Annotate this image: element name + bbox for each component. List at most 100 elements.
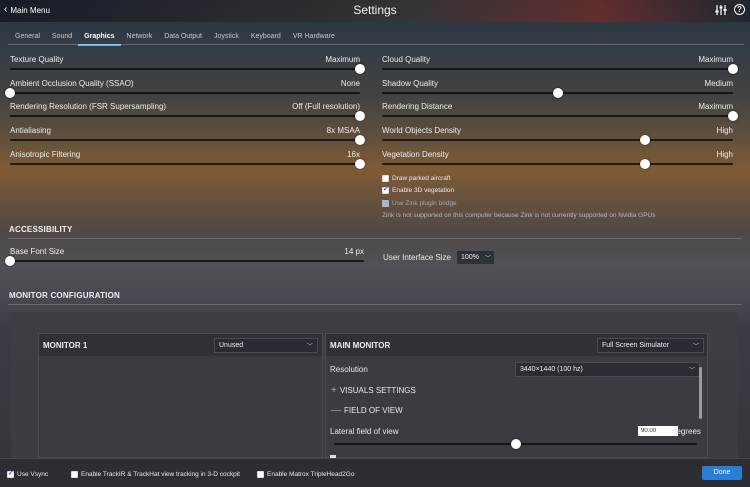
setting-value: High <box>716 150 733 159</box>
ssao-slider[interactable] <box>5 88 360 98</box>
panel-header: MONITOR 1 Unused ﹀ <box>39 334 322 356</box>
setting-label: Cloud Quality <box>382 55 431 64</box>
ui-size-setting: User Interface Size 100% ﹀ <box>383 250 496 265</box>
minus-icon: — <box>331 405 341 416</box>
setting-label: Texture Quality <box>10 55 64 64</box>
monitor-1-title: MONITOR 1 <box>43 341 88 350</box>
visuals-settings-label: VISUALS SETTINGS <box>339 386 416 395</box>
vegetation-density-slider[interactable] <box>382 159 733 169</box>
checkbox-label: Use Vsync <box>17 471 49 478</box>
section-divider <box>8 304 742 305</box>
draw-parked-aircraft-checkbox[interactable]: Draw parked aircraft <box>382 175 451 182</box>
setting-label: Shadow Quality <box>382 79 439 88</box>
lateral-fov-unit: degrees <box>672 427 701 436</box>
main-monitor-panel: MAIN MONITOR Full Screen Simulator ﹀ Res… <box>325 333 708 458</box>
sliders-icon[interactable] <box>715 4 727 16</box>
checkbox-box[interactable] <box>382 175 389 182</box>
visuals-settings-expander[interactable]: + VISUALS SETTINGS <box>331 385 416 396</box>
shadow-quality-setting: Shadow Quality Medium <box>382 79 733 101</box>
dropdown-value: 100% <box>461 254 479 261</box>
bottom-bar: Use Vsync Enable TrackIR & TrackHat view… <box>0 458 750 487</box>
setting-value: Off (Full resolution) <box>292 102 360 111</box>
dropdown-value: Full Screen Simulator <box>602 342 669 349</box>
slider-thumb[interactable] <box>552 88 563 98</box>
checkbox-label: Enable TrackIR & TrackHat view tracking … <box>81 471 240 478</box>
world-objects-density-setting: World Objects Density High <box>382 126 733 148</box>
slider-thumb[interactable] <box>355 159 365 169</box>
field-of-view-expander[interactable]: — FIELD OF VIEW <box>331 405 403 416</box>
help-icon[interactable]: ? <box>734 4 745 15</box>
shadow-quality-slider[interactable] <box>382 88 733 98</box>
monitor-configuration-heading: MONITOR CONFIGURATION <box>9 291 121 300</box>
main-monitor-scrollbar[interactable] <box>699 367 702 419</box>
base-font-size-setting: Base Font Size 14 px <box>5 247 364 269</box>
trackir-checkbox[interactable]: Enable TrackIR & TrackHat view tracking … <box>71 471 240 478</box>
slider-thumb[interactable] <box>728 64 738 74</box>
texture-quality-slider[interactable] <box>10 64 365 74</box>
slider-thumb[interactable] <box>5 88 15 98</box>
vegetation-density-setting: Vegetation Density High <box>382 150 733 172</box>
setting-value: Maximum <box>698 55 733 64</box>
chevron-down-icon: ﹀ <box>692 344 699 350</box>
panel-header: MAIN MONITOR Full Screen Simulator ﹀ <box>326 334 707 356</box>
resolution-label: Resolution <box>330 365 368 374</box>
monitor-1-mode-dropdown[interactable]: Unused ﹀ <box>214 338 318 353</box>
setting-value: 8x MSAA <box>326 126 360 135</box>
slider-thumb[interactable] <box>728 111 738 121</box>
slider-thumb[interactable] <box>510 439 521 449</box>
setting-value: Medium <box>704 79 733 88</box>
antialiasing-slider[interactable] <box>10 135 365 145</box>
title-bar: ‹ Main Menu Settings ? <box>0 0 750 22</box>
slider-thumb[interactable] <box>640 159 651 169</box>
setting-value: Maximum <box>325 55 360 64</box>
checkbox-label: Enable Matrox TripleHead2Go <box>267 471 355 478</box>
slider-thumb[interactable] <box>640 135 651 145</box>
ui-size-dropdown[interactable]: 100% ﹀ <box>456 250 496 265</box>
setting-value: 14 px <box>344 247 364 256</box>
rendering-resolution-slider[interactable] <box>10 111 365 121</box>
tab-divider <box>8 44 744 45</box>
checkbox-label: Use Zink plugin bridge <box>392 200 457 207</box>
slider-thumb[interactable] <box>355 135 365 145</box>
checkbox-box[interactable] <box>257 471 264 478</box>
enable-3d-vegetation-checkbox[interactable]: Enable 3D vegetation <box>382 185 455 194</box>
main-monitor-mode-dropdown[interactable]: Full Screen Simulator ﹀ <box>597 338 704 353</box>
checkbox-label: Enable 3D vegetation <box>392 187 455 194</box>
done-button[interactable]: Done <box>702 466 742 480</box>
rendering-distance-slider[interactable] <box>382 111 738 121</box>
setting-value: High <box>716 126 733 135</box>
setting-label: Anisotropic Filtering <box>10 150 81 159</box>
setting-value: 16x <box>347 150 360 159</box>
antialiasing-setting: Antialiasing 8x MSAA <box>10 126 365 148</box>
chevron-down-icon: ﹀ <box>484 256 491 262</box>
checkbox-box <box>382 200 389 207</box>
chevron-down-icon: ﹀ <box>306 344 313 350</box>
ssao-setting: Ambient Occlusion Quality (SSAO) None <box>5 79 360 101</box>
slider-thumb[interactable] <box>5 256 15 266</box>
checkbox-box[interactable] <box>382 185 389 194</box>
lateral-fov-slider[interactable] <box>334 439 697 449</box>
slider-thumb[interactable] <box>355 111 365 121</box>
window-title: Settings <box>353 3 397 17</box>
cloud-quality-slider[interactable] <box>382 64 738 74</box>
cloud-quality-setting: Cloud Quality Maximum <box>382 55 738 77</box>
anisotropic-filtering-slider[interactable] <box>10 159 365 169</box>
accessibility-heading: ACCESSIBILITY <box>9 225 73 234</box>
plus-icon: + <box>331 385 337 396</box>
matrox-checkbox[interactable]: Enable Matrox TripleHead2Go <box>257 471 354 478</box>
checkbox-box[interactable] <box>71 471 78 478</box>
texture-quality-setting: Texture Quality Maximum <box>10 55 365 77</box>
monitor-config-area: MONITOR 1 Unused ﹀ MAIN MONITOR Full Scr… <box>11 312 738 458</box>
base-font-size-slider[interactable] <box>5 256 364 266</box>
world-objects-density-slider[interactable] <box>382 135 733 145</box>
resolution-dropdown[interactable]: 3440×1440 (100 hz) ﹀ <box>515 362 700 377</box>
monitor-1-panel: MONITOR 1 Unused ﹀ <box>38 333 323 458</box>
slider-thumb[interactable] <box>355 64 365 74</box>
use-vsync-checkbox[interactable]: Use Vsync <box>7 469 49 478</box>
setting-value: None <box>340 79 360 88</box>
use-zink-checkbox: Use Zink plugin bridge <box>382 200 457 207</box>
section-divider <box>8 238 742 239</box>
field-of-view-label: FIELD OF VIEW <box>344 406 403 415</box>
checkbox-box[interactable] <box>7 469 14 478</box>
setting-label: Base Font Size <box>10 247 65 256</box>
